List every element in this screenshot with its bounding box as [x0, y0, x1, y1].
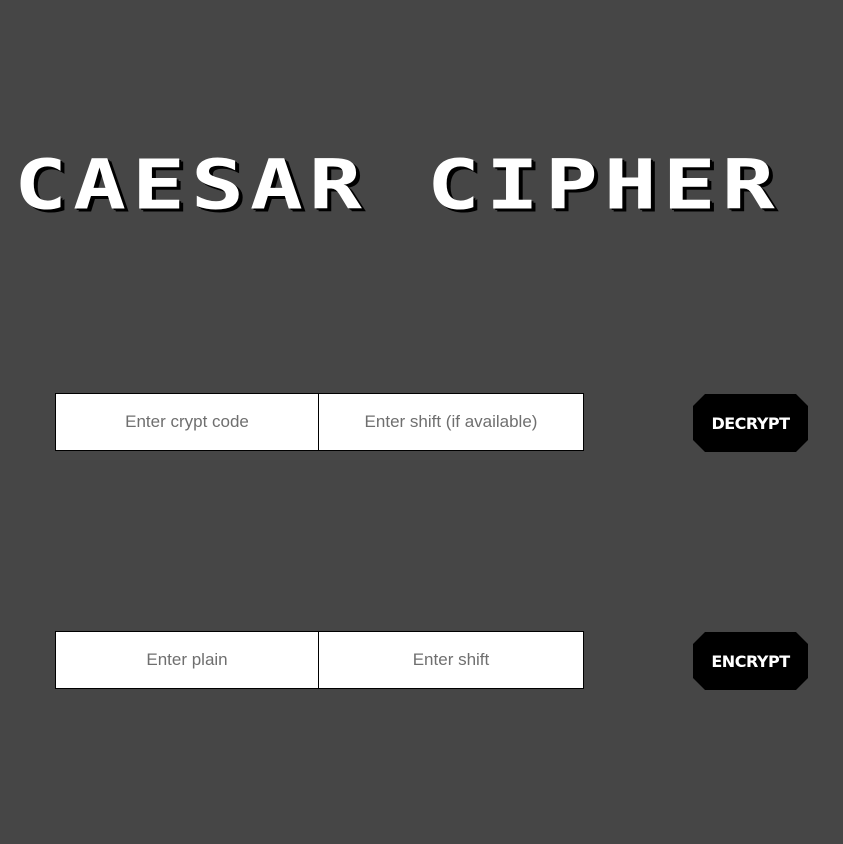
decrypt-button[interactable]: DECRYPT [693, 394, 808, 452]
crypt-code-input[interactable] [55, 393, 319, 451]
encrypt-row: ENCRYPT [55, 631, 808, 691]
plain-text-input[interactable] [55, 631, 319, 689]
encrypt-button[interactable]: ENCRYPT [693, 632, 808, 690]
decrypt-row: DECRYPT [55, 393, 808, 453]
page-title: CAESAR CIPHER [14, 144, 781, 225]
decrypt-shift-input[interactable] [318, 393, 584, 451]
encrypt-shift-input[interactable] [318, 631, 584, 689]
caesar-cipher-page: CAESAR CIPHER DECRYPT ENCRYPT [0, 0, 843, 844]
